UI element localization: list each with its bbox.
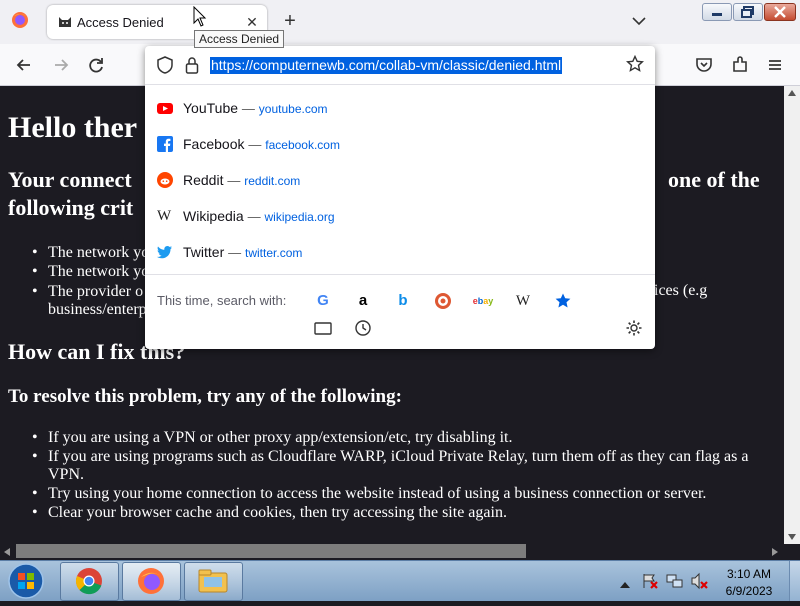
- taskbar-explorer[interactable]: [184, 562, 243, 601]
- mouse-cursor-icon: [193, 5, 207, 33]
- amazon-icon[interactable]: a: [352, 290, 374, 312]
- suggestion-twitter[interactable]: Twitter — twitter.com: [145, 234, 655, 270]
- wikipedia-icon: W: [157, 208, 172, 224]
- shield-icon[interactable]: [157, 56, 173, 79]
- close-window-button[interactable]: [764, 3, 796, 21]
- bookmarks-icon[interactable]: [552, 290, 574, 312]
- history-icon[interactable]: [352, 317, 374, 339]
- firefox-view-icon[interactable]: [8, 8, 32, 32]
- reddit-icon: [157, 172, 173, 188]
- connection-heading-right: one of the: [668, 167, 760, 192]
- network-icon[interactable]: [666, 572, 684, 595]
- facebook-icon: [157, 136, 173, 152]
- firefox-icon: [137, 567, 165, 600]
- bing-icon[interactable]: b: [392, 290, 414, 312]
- criteria-continuation: business/enterp: [48, 301, 147, 318]
- reload-icon[interactable]: [85, 54, 107, 76]
- search-with-label: This time, search with:: [157, 293, 287, 308]
- duckduckgo-icon[interactable]: [432, 290, 454, 312]
- connection-heading-line2: following crit: [8, 195, 134, 220]
- restore-button[interactable]: [733, 3, 763, 21]
- suggestion-facebook[interactable]: Facebook — facebook.com: [145, 126, 655, 162]
- new-tab-button[interactable]: +: [280, 11, 300, 31]
- tabs-icon[interactable]: [312, 317, 334, 339]
- wikipedia-icon[interactable]: W: [512, 290, 534, 312]
- suggestion-title: Reddit: [183, 172, 224, 188]
- minimize-button[interactable]: [702, 3, 732, 21]
- urlbar[interactable]: https://computernewb.com/collab-vm/class…: [145, 46, 655, 85]
- list-item: Try using your home connection to access…: [32, 484, 706, 503]
- youtube-icon: [157, 100, 173, 116]
- hamburger-menu-icon[interactable]: [764, 54, 786, 76]
- lock-icon[interactable]: [185, 56, 199, 79]
- clock-time[interactable]: 3:10 AM: [712, 567, 786, 581]
- resolve-heading: To resolve this problem, try any of the …: [8, 386, 402, 407]
- google-icon[interactable]: G: [312, 290, 334, 312]
- extensions-icon[interactable]: [729, 54, 751, 76]
- url-input[interactable]: https://computernewb.com/collab-vm/class…: [210, 57, 563, 74]
- list-item: If you are using a VPN or other proxy ap…: [32, 428, 512, 447]
- explorer-icon: [198, 568, 228, 599]
- suggestion-url: facebook.com: [265, 138, 340, 152]
- cat-favicon-icon: [57, 14, 73, 35]
- show-desktop-button[interactable]: [789, 561, 800, 601]
- show-hidden-icons-icon[interactable]: [620, 576, 630, 594]
- ebay-icon[interactable]: ebay: [472, 290, 494, 312]
- suggestion-title: YouTube: [183, 100, 239, 116]
- action-center-flag-icon[interactable]: [641, 572, 659, 595]
- taskbar-chrome[interactable]: [60, 562, 119, 601]
- suggestion-title: Facebook: [183, 136, 245, 152]
- connection-heading-left: Your connect: [8, 167, 132, 192]
- bookmark-star-icon[interactable]: [625, 54, 645, 78]
- suggestion-title: Wikipedia: [183, 208, 244, 224]
- horizontal-scroll-thumb[interactable]: [16, 544, 526, 558]
- list-item: The network yo: [32, 262, 149, 281]
- twitter-icon: [157, 244, 173, 260]
- suggestion-title: Twitter: [183, 244, 225, 260]
- back-arrow-icon[interactable]: [13, 54, 35, 76]
- list-item: The network yo: [32, 243, 149, 262]
- page-heading: Hello ther: [8, 111, 138, 144]
- close-tab-icon[interactable]: ✕: [243, 13, 261, 31]
- list-item: If you are using programs such as Cloudf…: [32, 447, 748, 466]
- vertical-scrollbar[interactable]: [784, 86, 800, 544]
- tab-tooltip: Access Denied: [194, 30, 285, 48]
- clock-date[interactable]: 6/9/2023: [712, 584, 786, 598]
- start-button[interactable]: [4, 561, 48, 601]
- criteria-right-fragment: ices (e.g: [654, 282, 708, 299]
- list-all-tabs-icon[interactable]: [632, 13, 646, 31]
- tab-title: Access Denied: [77, 15, 164, 30]
- suggestion-url: twitter.com: [245, 246, 303, 260]
- tab-strip: Access Denied ✕ +: [0, 0, 800, 44]
- volume-muted-icon[interactable]: [690, 572, 708, 595]
- suggestion-youtube[interactable]: YouTube — youtube.com: [145, 90, 655, 126]
- suggestion-url: wikipedia.org: [264, 210, 335, 224]
- suggestion-reddit[interactable]: Reddit — reddit.com: [145, 162, 655, 198]
- settings-gear-icon[interactable]: [623, 317, 645, 339]
- taskbar: 3:10 AM 6/9/2023: [0, 560, 800, 601]
- pocket-icon[interactable]: [693, 54, 715, 76]
- horizontal-scrollbar[interactable]: [0, 544, 784, 560]
- forward-arrow-icon[interactable]: [50, 54, 72, 76]
- list-item: The provider o: [32, 282, 143, 301]
- list-item: Clear your browser cache and cookies, th…: [32, 503, 507, 522]
- suggestion-url: reddit.com: [244, 174, 301, 188]
- chrome-icon: [75, 567, 103, 600]
- taskbar-firefox[interactable]: [122, 562, 181, 601]
- step-continuation: VPN.: [48, 466, 85, 483]
- suggestion-url: youtube.com: [258, 102, 328, 116]
- one-off-search-row: This time, search with: G a b ebay W: [145, 274, 655, 350]
- urlbar-dropdown: https://computernewb.com/collab-vm/class…: [145, 46, 655, 349]
- suggestion-wikipedia[interactable]: W Wikipedia — wikipedia.org: [145, 198, 655, 234]
